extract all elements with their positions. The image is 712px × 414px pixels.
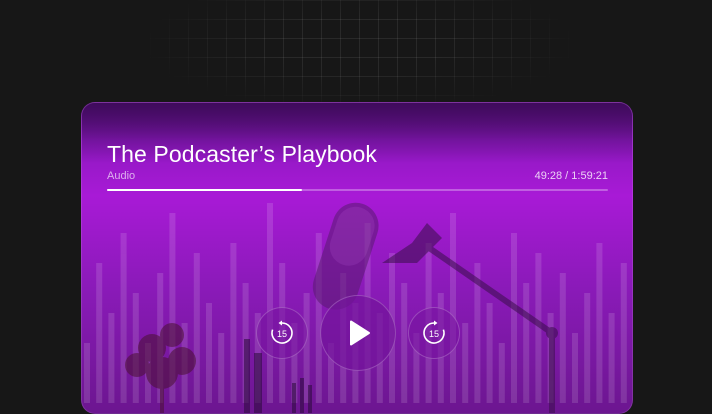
waveform-bar [462, 323, 469, 403]
waveform-bar [96, 263, 103, 403]
waveform-bar [206, 303, 212, 403]
rewind-15-icon: 15 [271, 320, 293, 344]
forward-seconds-label: 15 [429, 329, 439, 339]
media-type-label: Audio [107, 170, 136, 182]
waveform-bar [450, 213, 456, 403]
waveform-bar [108, 313, 115, 403]
episode-title: The Podcaster’s Playbook [107, 141, 378, 167]
rewind-seconds-label: 15 [277, 329, 287, 339]
waveform-bar [584, 293, 591, 403]
waveform-bar [230, 243, 237, 403]
waveform-bar [193, 253, 200, 403]
play-icon [350, 320, 370, 346]
rewind-15-button[interactable]: 15 [256, 307, 308, 359]
waveform-bar [608, 313, 615, 403]
waveform-bar [120, 233, 127, 403]
waveform-bar [401, 283, 408, 403]
background-grid [150, 0, 570, 110]
waveform-bar [132, 293, 139, 403]
waveform-bar [267, 203, 273, 403]
waveform-bar [84, 343, 90, 403]
waveform-bar [486, 303, 493, 403]
progress-bar[interactable] [107, 189, 608, 191]
waveform-bar [218, 333, 225, 403]
progress-bar-fill [107, 189, 303, 191]
waveform-bar [620, 263, 627, 403]
waveform-bar [523, 283, 530, 403]
forward-15-icon: 15 [423, 320, 445, 344]
waveform-bar [572, 333, 578, 403]
waveform-bar [596, 243, 603, 403]
waveform-bar [498, 343, 505, 403]
waveform-bar [511, 233, 517, 403]
time-display: 49:28 / 1:59:21 [534, 170, 608, 182]
forward-15-button[interactable]: 15 [408, 307, 460, 359]
audio-player-card: The Podcaster’s Playbook Audio 49:28 / 1… [81, 102, 633, 414]
play-button[interactable] [320, 295, 396, 371]
waveform-bar [559, 273, 566, 403]
